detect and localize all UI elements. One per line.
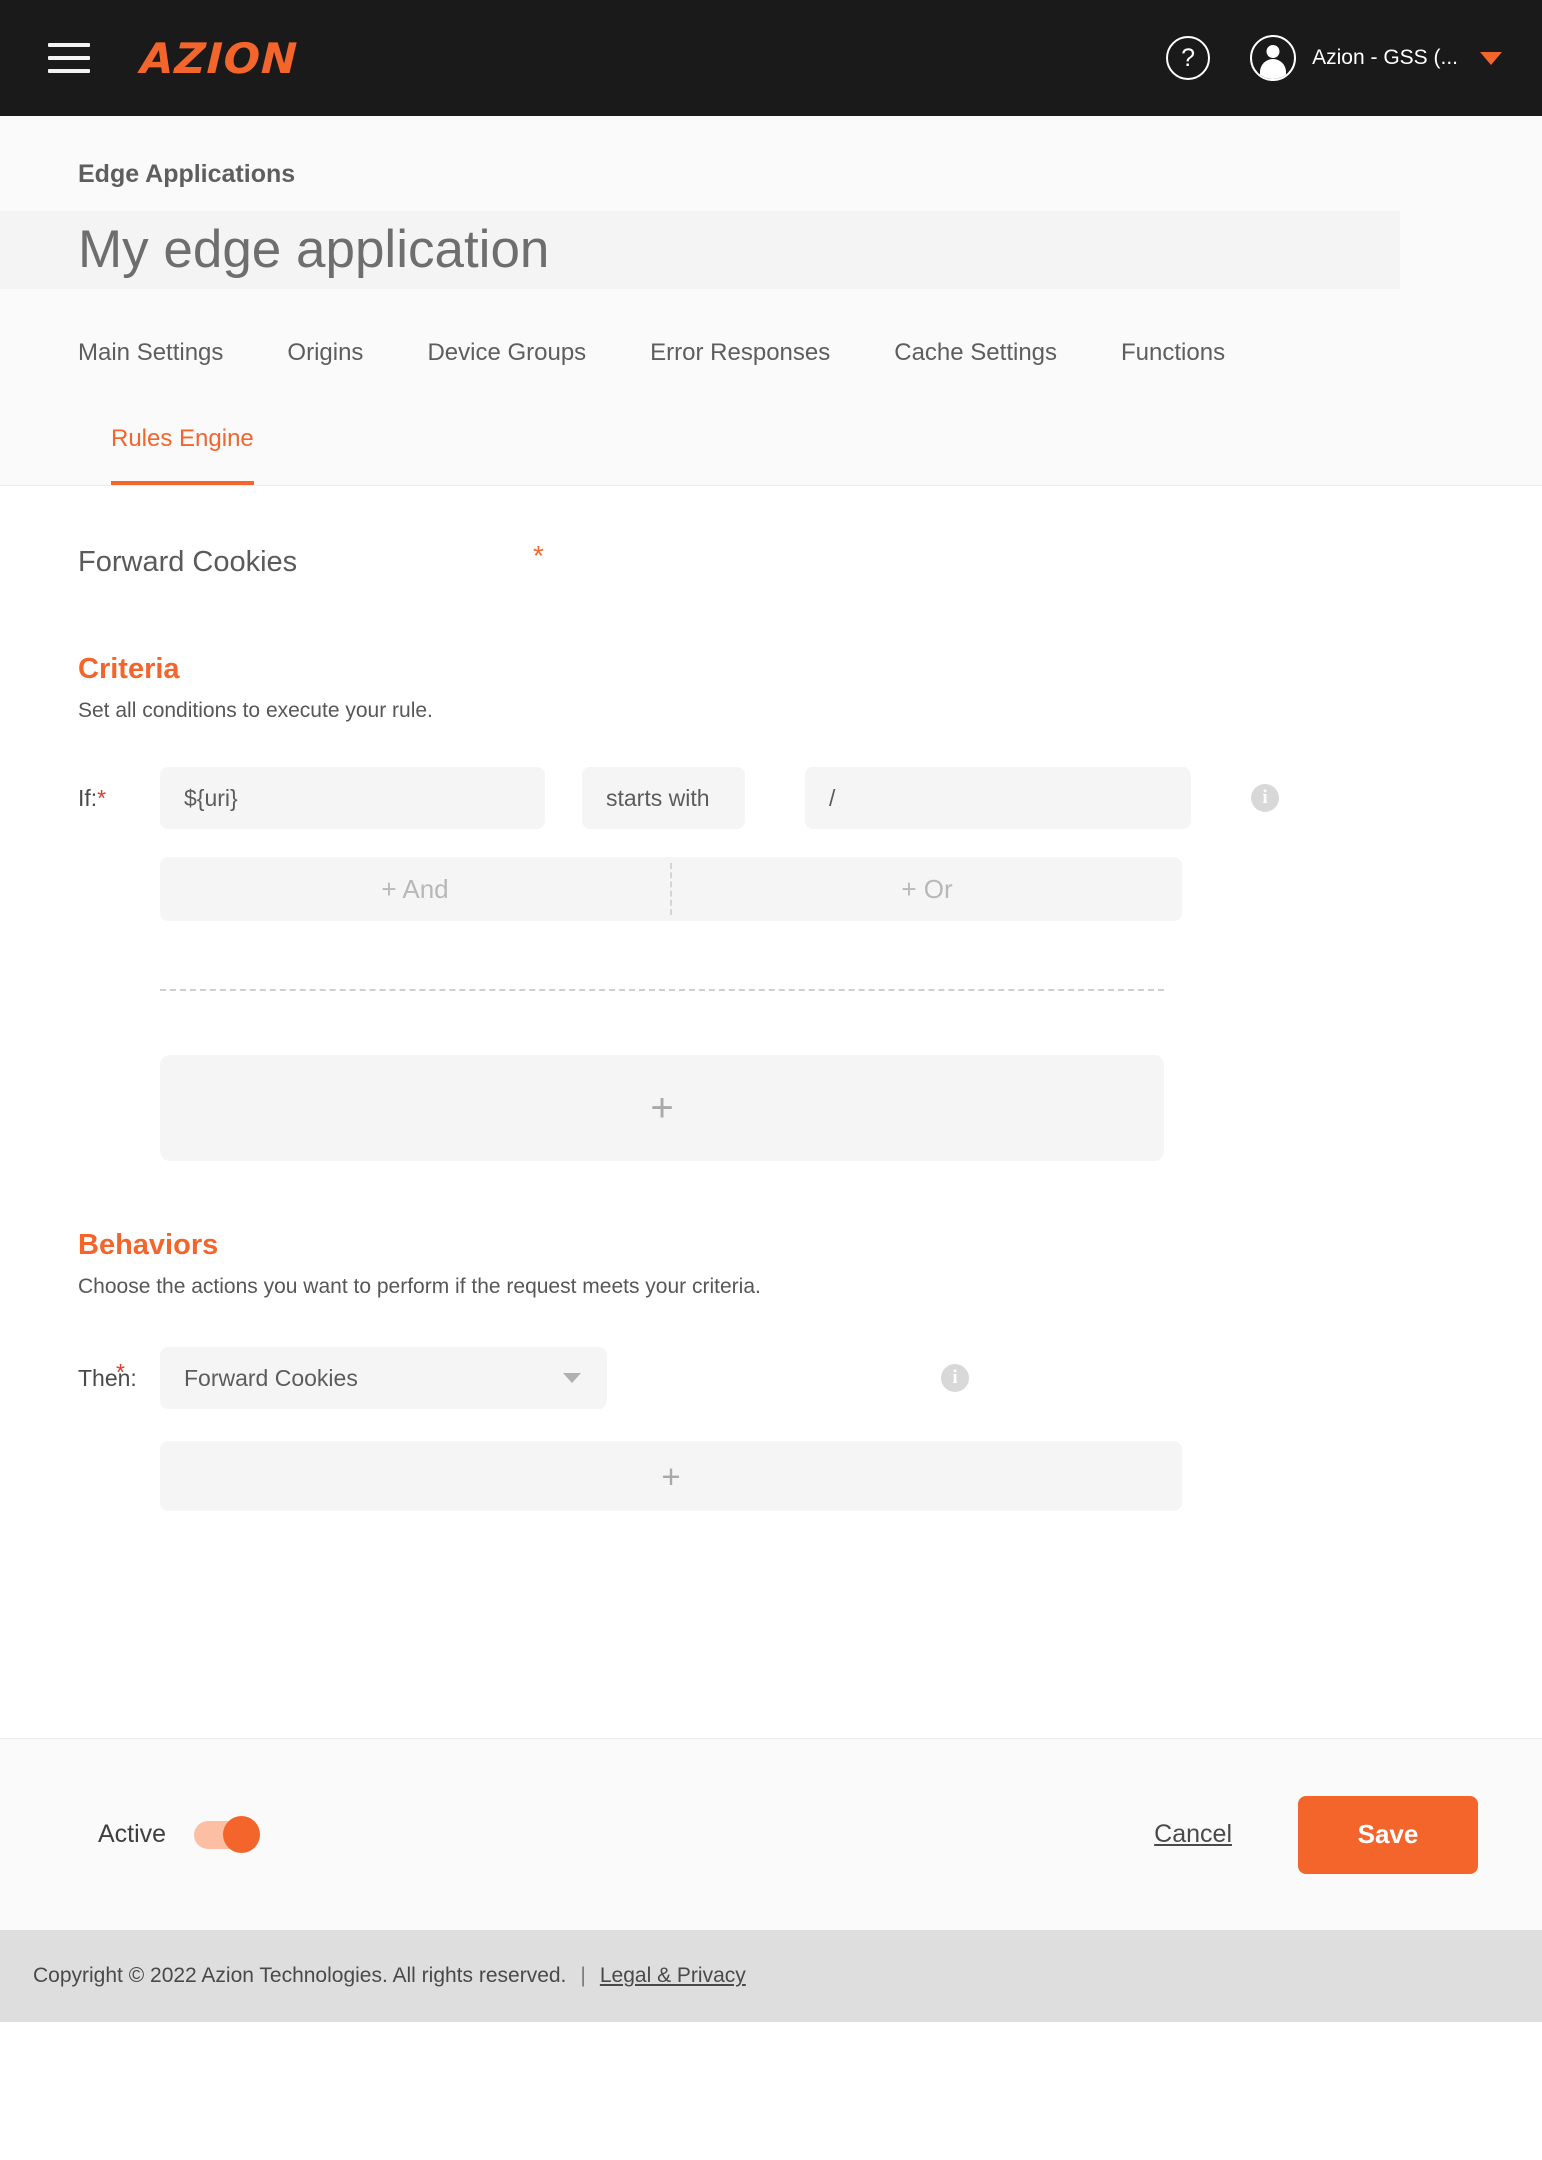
- chevron-down-icon[interactable]: [1480, 51, 1502, 65]
- page-header: Edge Applications Main Settings Origins …: [0, 116, 1542, 487]
- tab-rules-engine[interactable]: Rules Engine: [111, 411, 254, 486]
- chevron-down-icon[interactable]: [563, 1373, 581, 1384]
- copyright-text: Copyright © 2022 Azion Technologies. All…: [33, 1964, 567, 1988]
- tabs-container: Main Settings Origins Device Groups Erro…: [0, 325, 1542, 486]
- top-bar: AZION ? Azion - GSS (...: [0, 0, 1542, 116]
- add-or-condition-button[interactable]: + Or: [672, 857, 1182, 921]
- hamburger-bar: [48, 43, 90, 47]
- then-label: Then: *: [78, 1359, 160, 1392]
- criteria-info-icon[interactable]: i: [1251, 784, 1279, 813]
- rule-name-row: *: [78, 540, 1464, 586]
- tab-main-settings[interactable]: Main Settings: [78, 325, 223, 397]
- top-bar-right: ? Azion - GSS (...: [1166, 35, 1502, 81]
- tab-origins[interactable]: Origins: [287, 325, 363, 397]
- tab-row-secondary: Rules Engine: [78, 411, 1464, 486]
- criteria-and-or-row: + And + Or: [160, 857, 1182, 922]
- criteria-variable-input[interactable]: [160, 767, 545, 830]
- criteria-subtitle: Set all conditions to execute your rule.: [78, 699, 433, 723]
- account-menu[interactable]: Azion - GSS (...: [1250, 35, 1502, 81]
- active-label: Active: [98, 1820, 167, 1849]
- rule-name-required-mark: *: [533, 540, 544, 572]
- cancel-button[interactable]: Cancel: [1154, 1820, 1232, 1849]
- behavior-row: Then: * Forward Cookies i: [78, 1347, 1464, 1410]
- action-bar: Active Cancel Save: [0, 1738, 1542, 1931]
- edge-application-name-input[interactable]: [0, 211, 1400, 290]
- legal-privacy-link[interactable]: Legal & Privacy: [600, 1964, 746, 1988]
- behavior-select[interactable]: Forward Cookies: [160, 1347, 607, 1410]
- behaviors-heading: Behaviors: [78, 1229, 219, 1262]
- behaviors-subtitle: Choose the actions you want to perform i…: [78, 1275, 761, 1299]
- action-buttons: Cancel Save: [1154, 1795, 1478, 1874]
- hamburger-menu-icon[interactable]: [48, 43, 90, 73]
- save-button[interactable]: Save: [1298, 1795, 1478, 1874]
- tab-functions[interactable]: Functions: [1121, 325, 1225, 397]
- toggle-knob: [223, 1815, 261, 1853]
- add-behavior-button[interactable]: +: [160, 1441, 1182, 1512]
- tab-error-responses[interactable]: Error Responses: [650, 325, 830, 397]
- rule-name-input[interactable]: [78, 540, 533, 586]
- if-required-mark: *: [97, 784, 107, 811]
- active-toggle[interactable]: [194, 1815, 261, 1853]
- if-label-text: If:: [78, 784, 98, 811]
- account-name: Azion - GSS (...: [1312, 46, 1458, 69]
- avatar-icon: [1250, 35, 1297, 81]
- footer: Copyright © 2022 Azion Technologies. All…: [0, 1930, 1542, 2023]
- criteria-heading: Criteria: [78, 653, 180, 686]
- help-icon[interactable]: ?: [1166, 36, 1211, 80]
- criteria-operator-input[interactable]: [582, 767, 745, 830]
- azion-logo[interactable]: AZION: [140, 34, 299, 83]
- then-required-mark: *: [116, 1358, 125, 1385]
- active-toggle-group: Active: [98, 1815, 261, 1853]
- hamburger-bar: [48, 56, 90, 60]
- criteria-separator: [160, 989, 1164, 992]
- footer-separator: |: [580, 1964, 586, 1988]
- behavior-info-icon[interactable]: i: [941, 1364, 969, 1393]
- plus-icon: +: [661, 1457, 681, 1495]
- plus-icon: +: [650, 1086, 674, 1131]
- criteria-condition-row: If:* i: [78, 767, 1464, 830]
- if-label: If:*: [78, 785, 160, 812]
- tab-cache-settings[interactable]: Cache Settings: [894, 325, 1057, 397]
- breadcrumb: Edge Applications: [78, 160, 296, 188]
- tab-device-groups[interactable]: Device Groups: [427, 325, 586, 397]
- tab-row-primary: Main Settings Origins Device Groups Erro…: [78, 325, 1464, 397]
- add-and-condition-button[interactable]: + And: [160, 857, 670, 921]
- add-criteria-block-button[interactable]: +: [160, 1055, 1164, 1162]
- rule-form: * Criteria Set all conditions to execute…: [0, 486, 1542, 1739]
- criteria-comparand-input[interactable]: [805, 767, 1191, 830]
- hamburger-bar: [48, 69, 90, 73]
- then-label-text: Then:: [78, 1364, 137, 1391]
- behavior-select-wrapper: Forward Cookies: [160, 1347, 607, 1410]
